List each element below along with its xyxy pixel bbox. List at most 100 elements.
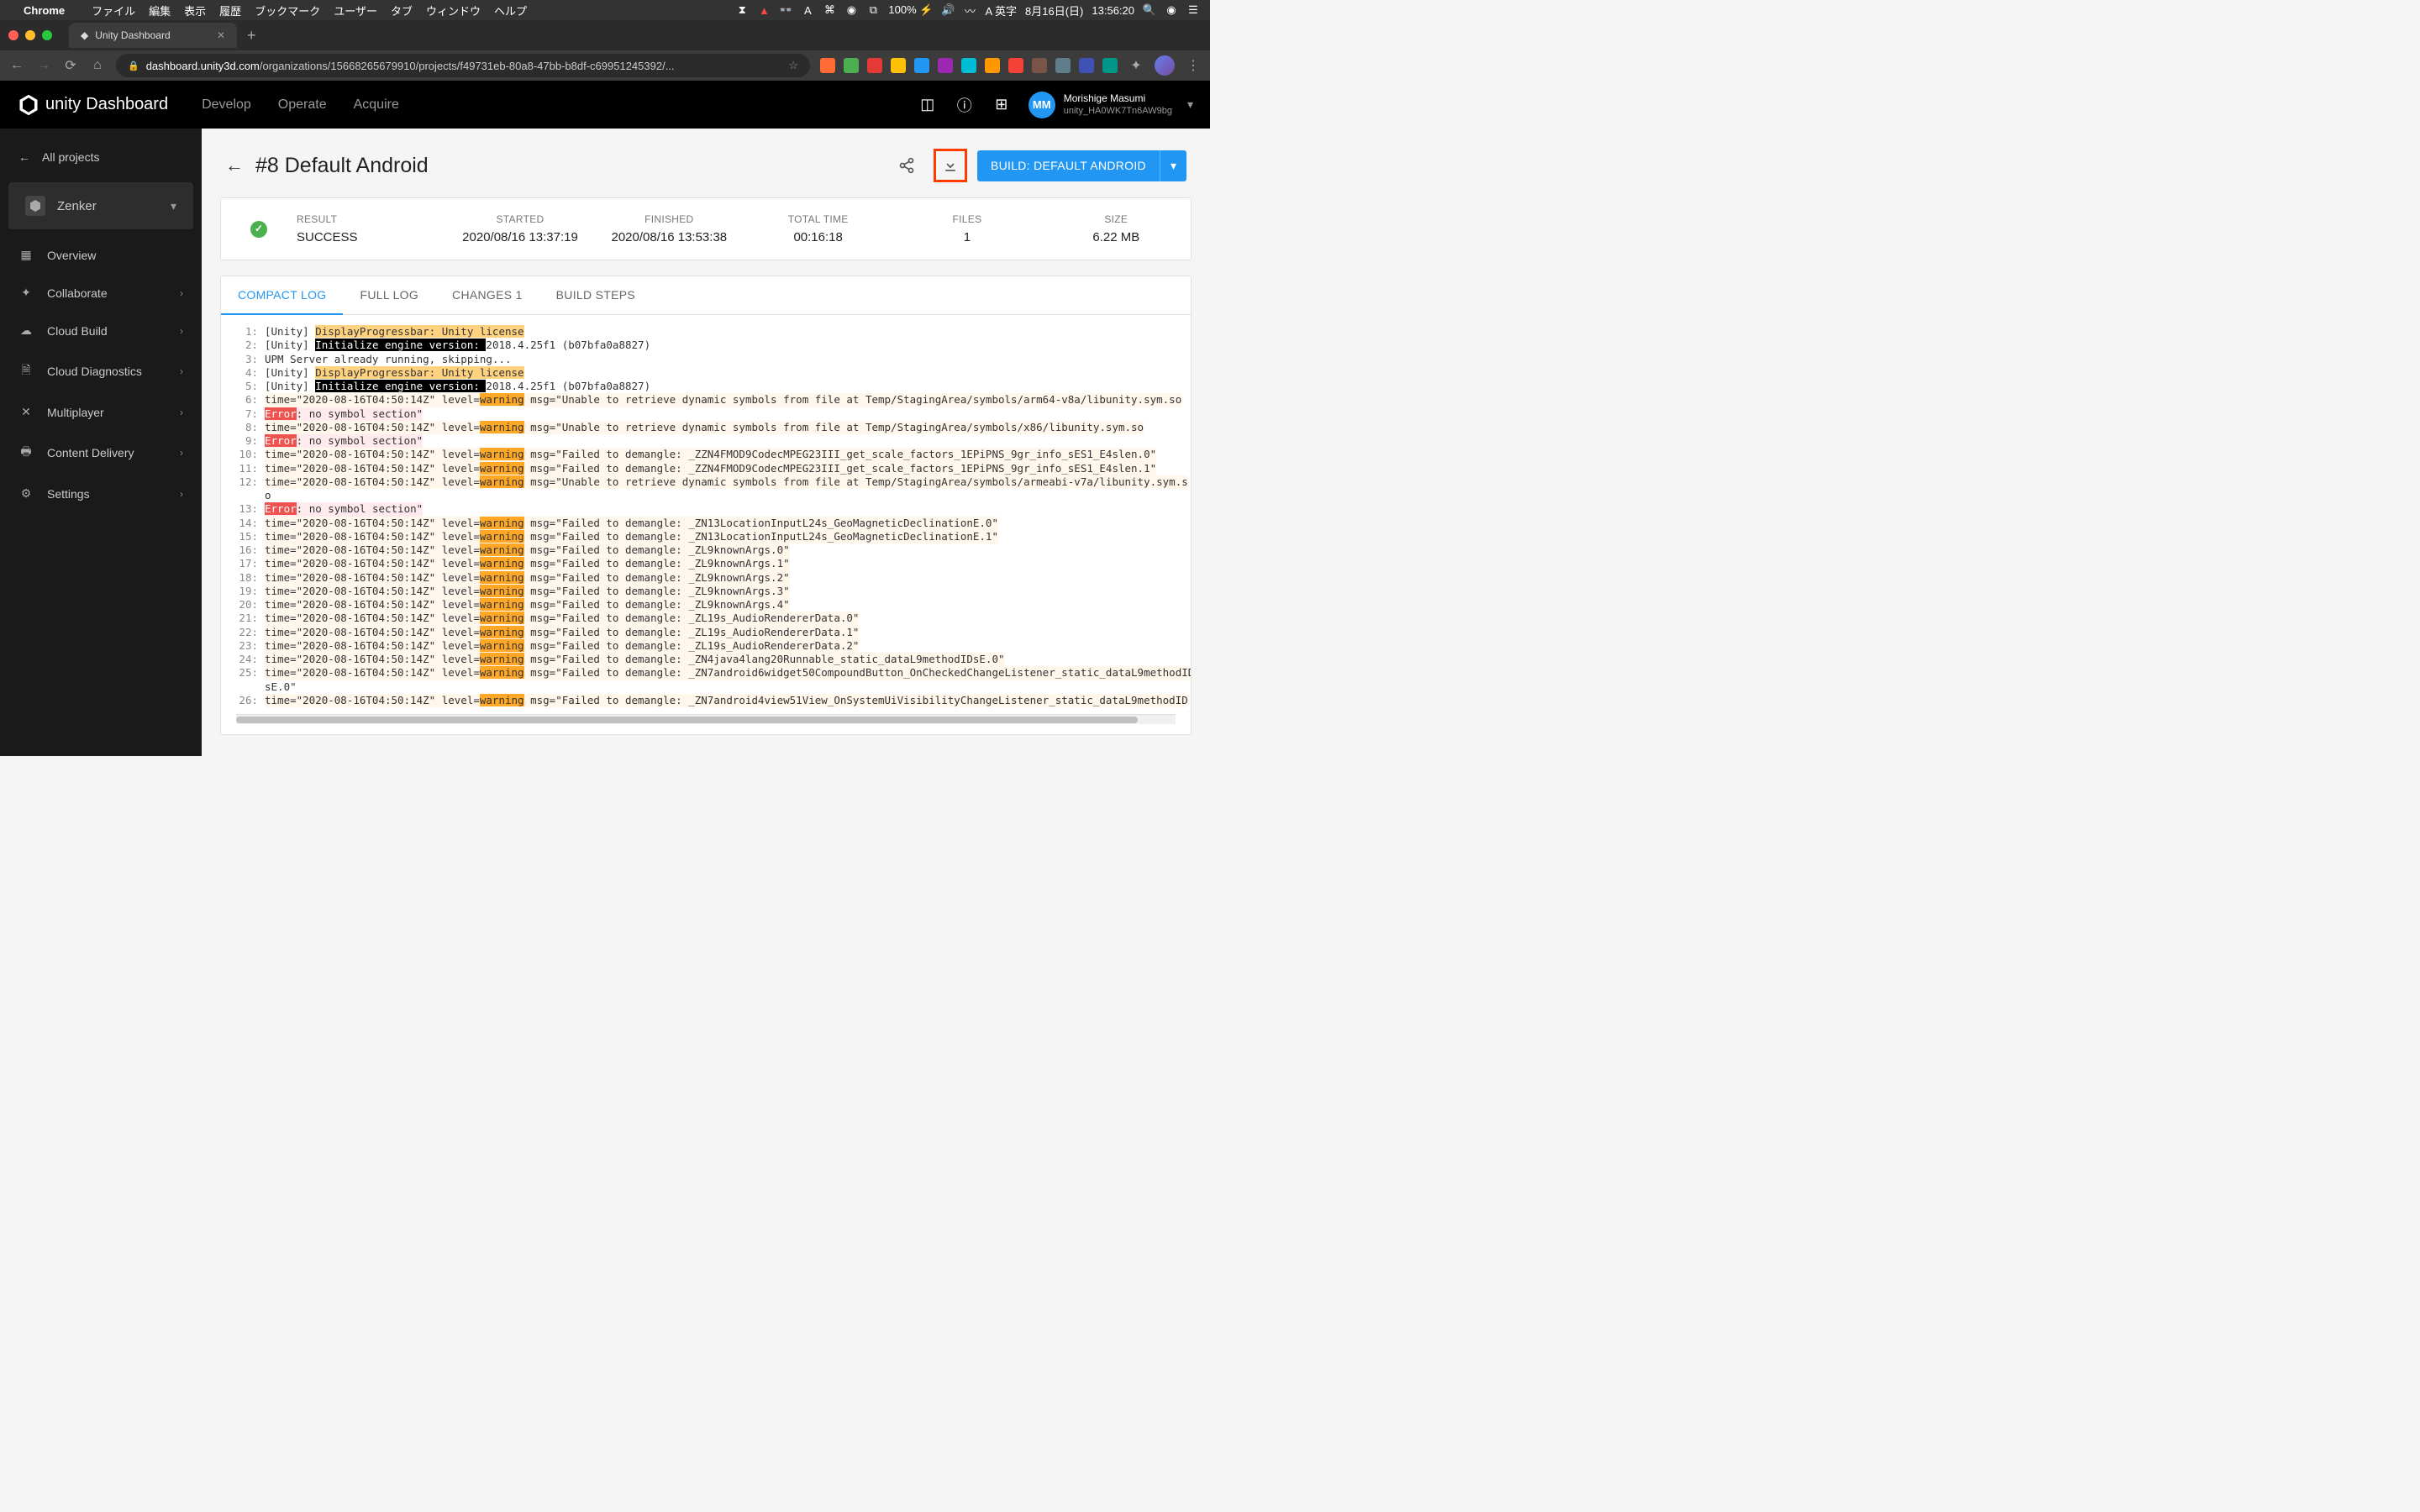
- menu-icon[interactable]: ⋮: [1185, 57, 1202, 74]
- extension-icon[interactable]: [1102, 58, 1118, 73]
- nav-acquire[interactable]: Acquire: [354, 97, 399, 113]
- siri-icon[interactable]: ◉: [1165, 3, 1178, 17]
- tray-icon[interactable]: ⌘: [823, 3, 836, 17]
- sidebar-item-icon: ✦: [18, 286, 34, 300]
- menubar-item[interactable]: 履歴: [219, 5, 241, 18]
- menubar-item[interactable]: タブ: [391, 5, 413, 18]
- extension-icon[interactable]: [891, 58, 906, 73]
- minimize-window-button[interactable]: [25, 30, 35, 40]
- close-window-button[interactable]: [8, 30, 18, 40]
- maximize-window-button[interactable]: [42, 30, 52, 40]
- address-bar[interactable]: 🔒 dashboard.unity3d.com/organizations/15…: [116, 54, 810, 77]
- tray-icon[interactable]: A: [801, 3, 814, 17]
- sidebar-back-link[interactable]: ← All projects: [0, 140, 202, 174]
- sidebar-item[interactable]: ✕Multiplayer›: [0, 393, 202, 431]
- forward-button[interactable]: →: [35, 58, 52, 73]
- browser-tab[interactable]: ◆ Unity Dashboard ✕: [69, 23, 237, 48]
- menubar-item[interactable]: 表示: [184, 5, 206, 18]
- volume-icon[interactable]: 🔊: [941, 3, 955, 17]
- sidebar-item[interactable]: 🖶Content Delivery›: [0, 431, 202, 475]
- extensions-icon[interactable]: ✦: [1128, 57, 1144, 74]
- info-icon[interactable]: ⓘ: [955, 94, 975, 116]
- horizontal-scrollbar[interactable]: [236, 714, 1176, 724]
- menubar-item[interactable]: ヘルプ: [494, 5, 527, 18]
- extension-icon[interactable]: [961, 58, 976, 73]
- tray-icon[interactable]: 👓: [779, 3, 792, 17]
- nav-operate[interactable]: Operate: [278, 97, 327, 113]
- menubar-item[interactable]: ファイル: [92, 5, 135, 18]
- ime-status[interactable]: A 英字: [985, 3, 1017, 18]
- log-line: 2: [Unity] Initialize engine version: 20…: [236, 339, 1176, 352]
- log-line: 14: time="2020-08-16T04:50:14Z" level=wa…: [236, 517, 1176, 530]
- download-button[interactable]: [934, 149, 967, 182]
- sidebar-item-icon: 🗎: [18, 361, 34, 381]
- nav-develop[interactable]: Develop: [202, 97, 251, 113]
- user-menu[interactable]: MM Morishige Masumi unity_HA0WK7Tn6AW9bg…: [1028, 92, 1193, 118]
- sidebar-item[interactable]: ⚙Settings›: [0, 475, 202, 512]
- apps-icon[interactable]: ⊞: [992, 96, 1012, 113]
- extension-icon[interactable]: [844, 58, 859, 73]
- date-display[interactable]: 8月16日(日): [1025, 3, 1083, 18]
- user-switch-icon[interactable]: ◉: [844, 3, 858, 17]
- project-name: Zenker: [57, 199, 97, 213]
- extension-icon[interactable]: [1032, 58, 1047, 73]
- extension-icon[interactable]: [867, 58, 882, 73]
- sidebar-item[interactable]: ☁Cloud Build›: [0, 312, 202, 349]
- build-dropdown-caret[interactable]: ▾: [1160, 150, 1186, 181]
- project-icon: [25, 196, 45, 216]
- extension-icon[interactable]: [914, 58, 929, 73]
- extension-icon[interactable]: [1008, 58, 1023, 73]
- extension-icon[interactable]: [1055, 58, 1071, 73]
- control-center-icon[interactable]: ☰: [1186, 3, 1200, 17]
- extension-icon[interactable]: [820, 58, 835, 73]
- spotlight-icon[interactable]: 🔍: [1143, 3, 1156, 17]
- sidebar-item[interactable]: ✦Collaborate›: [0, 274, 202, 312]
- log-line: 16: time="2020-08-16T04:50:14Z" level=wa…: [236, 543, 1176, 557]
- menubar-item[interactable]: 編集: [149, 5, 171, 18]
- log-line: 26: time="2020-08-16T04:50:14Z" level=wa…: [236, 694, 1176, 707]
- warning-tray-icon[interactable]: ▲: [757, 3, 771, 17]
- log-line: 25: time="2020-08-16T04:50:14Z" level=wa…: [236, 666, 1176, 680]
- app-menu[interactable]: Chrome: [24, 4, 65, 17]
- back-button[interactable]: ←: [8, 58, 25, 73]
- project-selector[interactable]: Zenker ▾: [8, 182, 193, 229]
- tab-changes[interactable]: CHANGES 1: [435, 276, 539, 314]
- menubar-item[interactable]: ウィンドウ: [426, 5, 481, 18]
- started-value: 2020/08/16 13:37:19: [445, 230, 594, 244]
- extension-icon[interactable]: [1079, 58, 1094, 73]
- unity-logo[interactable]: unity Dashboard: [17, 93, 168, 117]
- unity-tray-icon[interactable]: ⧗: [735, 3, 749, 17]
- sidebar-item[interactable]: 🗎Cloud Diagnostics›: [0, 349, 202, 393]
- tab-compact-log[interactable]: COMPACT LOG: [221, 276, 343, 315]
- tab-build-steps[interactable]: BUILD STEPS: [539, 276, 652, 314]
- menubar-item[interactable]: ブックマーク: [255, 5, 320, 18]
- home-button[interactable]: ⌂: [89, 58, 106, 73]
- wifi-icon[interactable]: ⧉: [866, 3, 880, 17]
- menubar-item[interactable]: ユーザー: [334, 5, 377, 18]
- sidebar-item-icon: ⚙: [18, 486, 34, 501]
- profile-avatar-icon[interactable]: [1155, 55, 1175, 76]
- tab-favicon-icon: ◆: [81, 29, 88, 41]
- sidebar-item-label: Settings: [47, 487, 90, 501]
- reload-button[interactable]: ⟳: [62, 57, 79, 74]
- share-button[interactable]: [890, 149, 923, 182]
- sidebar-item[interactable]: ▦Overview: [0, 236, 202, 274]
- user-avatar: MM: [1028, 92, 1055, 118]
- tab-full-log[interactable]: FULL LOG: [343, 276, 435, 314]
- tray-icon[interactable]: 〰: [963, 3, 976, 17]
- star-icon[interactable]: ☆: [788, 59, 798, 72]
- close-tab-icon[interactable]: ✕: [217, 29, 225, 41]
- sidebar-item-label: Cloud Build: [47, 324, 108, 338]
- time-display[interactable]: 13:56:20: [1092, 4, 1134, 17]
- extension-icon[interactable]: [985, 58, 1000, 73]
- main-content: ← #8 Default Android BUILD: DEFAULT ANDR…: [202, 129, 1210, 756]
- chevron-right-icon: ›: [180, 325, 183, 337]
- inbox-icon[interactable]: ◫: [918, 96, 938, 113]
- new-tab-button[interactable]: +: [237, 27, 266, 45]
- log-line: 20: time="2020-08-16T04:50:14Z" level=wa…: [236, 598, 1176, 612]
- build-button[interactable]: BUILD: DEFAULT ANDROID ▾: [977, 150, 1186, 181]
- back-arrow-button[interactable]: ←: [225, 155, 244, 176]
- battery-status[interactable]: 100% ⚡: [888, 3, 933, 17]
- log-output[interactable]: 1: [Unity] DisplayProgressbar: Unity lic…: [221, 315, 1191, 734]
- extension-icon[interactable]: [938, 58, 953, 73]
